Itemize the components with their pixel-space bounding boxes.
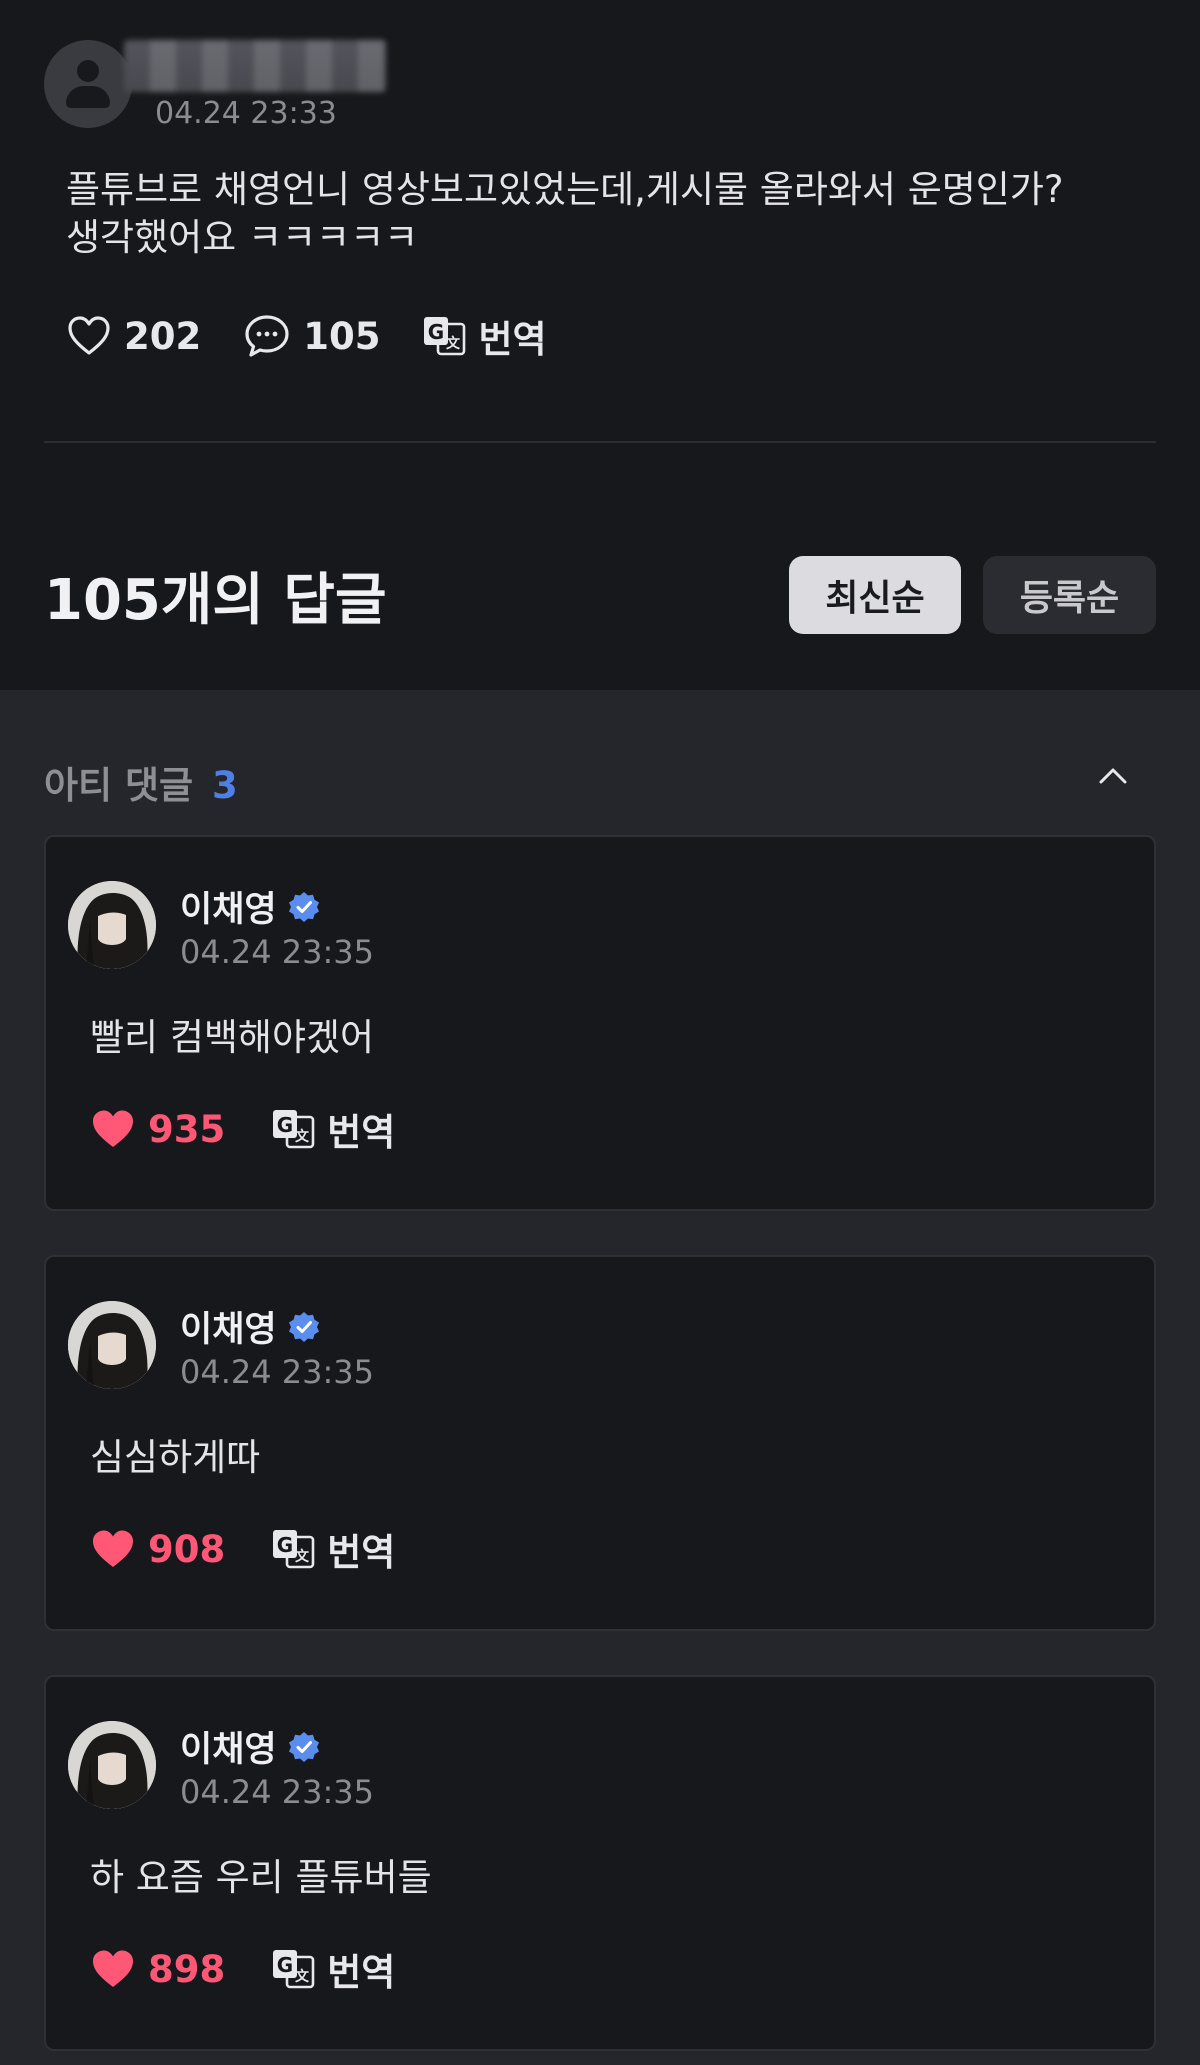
sort-latest-button[interactable]: 최신순 [789, 556, 961, 634]
artist-comments-count: 3 [211, 764, 238, 807]
comment-actions: 898 G 文 번역 [90, 1939, 395, 1999]
comment-text: 심심하게따 [90, 1436, 261, 1479]
verified-badge-icon [288, 1731, 319, 1762]
translate-button[interactable]: G 文 번역 [271, 1522, 395, 1576]
post-author-avatar[interactable] [44, 40, 132, 128]
divider [44, 441, 1156, 443]
comment-author[interactable]: 이채영 [180, 1301, 321, 1352]
heart-filled-icon [93, 1950, 133, 1987]
translate-icon: G 文 [424, 317, 466, 356]
comment-author[interactable]: 이채영 [180, 1721, 321, 1772]
translate-icon: G 文 [273, 1530, 315, 1569]
artist-comment-card: 이채영 04.24 23:35 빨리 컴백해야겠어 935 G 文 번역 [44, 835, 1156, 1211]
sort-registered-button[interactable]: 등록순 [983, 556, 1156, 634]
comment-timestamp: 04.24 23:35 [180, 1773, 374, 1811]
post-timestamp: 04.24 23:33 [155, 96, 337, 131]
translate-icon: G 文 [273, 1950, 315, 1989]
default-avatar-icon [77, 60, 99, 82]
translate-label: 번역 [327, 1951, 396, 1994]
like-button[interactable]: 908 [90, 1528, 225, 1571]
artist-comments-header: 아티 댓글 3 [44, 755, 238, 809]
avatar-photo [68, 1721, 156, 1809]
like-count: 935 [148, 1107, 226, 1151]
avatar-photo [68, 881, 156, 969]
translate-button[interactable]: G 文 번역 [271, 1102, 395, 1156]
avatar-photo [68, 1301, 156, 1389]
artist-comments-label: 아티 댓글 [44, 764, 194, 807]
post-author-name-blurred [124, 40, 386, 92]
avatar[interactable] [68, 881, 156, 969]
like-button[interactable]: 935 [90, 1108, 225, 1151]
comment-timestamp: 04.24 23:35 [180, 1353, 374, 1391]
comment-bubble-icon [245, 315, 289, 357]
like-button[interactable]: 898 [90, 1948, 225, 1991]
post: 04.24 23:33 플튜브로 채영언니 영상보고있었는데,게시물 올라와서 … [0, 0, 1200, 690]
author-name: 이채영 [180, 890, 277, 930]
translate-label: 번역 [327, 1111, 396, 1154]
svg-text:G: G [277, 1953, 293, 1977]
verified-badge-icon [288, 891, 319, 922]
comment-text: 빨리 컴백해야겠어 [90, 1016, 375, 1059]
comment-count: 105 [303, 314, 381, 358]
translate-label: 번역 [327, 1531, 396, 1574]
svg-text:文: 文 [295, 1548, 310, 1565]
like-count: 908 [148, 1527, 226, 1571]
heart-filled-icon [93, 1110, 133, 1147]
heart-outline-icon [68, 316, 110, 355]
svg-text:文: 文 [295, 1968, 310, 1985]
comment-timestamp: 04.24 23:35 [180, 933, 374, 971]
heart-filled-icon [93, 1530, 133, 1567]
comment-actions: 935 G 文 번역 [90, 1099, 395, 1159]
svg-text:文: 文 [295, 1128, 310, 1145]
avatar[interactable] [68, 1721, 156, 1809]
svg-text:G: G [277, 1113, 293, 1137]
artist-comments-section: 아티 댓글 3 이채영 04.24 23:35 빨리 컴백해야겠어 935 G … [0, 690, 1200, 2065]
comment-text: 하 요즘 우리 플튜버들 [90, 1856, 432, 1899]
comment-button[interactable]: 105 [243, 313, 380, 359]
comment-actions: 908 G 文 번역 [90, 1519, 395, 1579]
post-body: 플튜브로 채영언니 영상보고있었는데,게시물 올라와서 운명인가? 생각했어요 … [66, 168, 1064, 259]
collapse-button[interactable] [1093, 756, 1133, 796]
avatar[interactable] [68, 1301, 156, 1389]
like-count: 202 [124, 314, 202, 358]
like-count: 898 [148, 1947, 226, 1991]
translate-label: 번역 [478, 318, 547, 361]
translate-button[interactable]: G 文 번역 [271, 1942, 395, 1996]
author-name: 이채영 [180, 1310, 277, 1350]
translate-button[interactable]: G 文 번역 [422, 309, 547, 363]
like-button[interactable]: 202 [66, 315, 201, 358]
artist-comment-card: 이채영 04.24 23:35 심심하게따 908 G 文 번역 [44, 1255, 1156, 1631]
verified-badge-icon [288, 1311, 319, 1342]
svg-text:文: 文 [446, 335, 461, 352]
chevron-up-icon [1099, 768, 1127, 784]
comment-author[interactable]: 이채영 [180, 881, 321, 932]
artist-comment-card: 이채영 04.24 23:35 하 요즘 우리 플튜버들 898 G 文 번역 [44, 1675, 1156, 2051]
svg-text:G: G [277, 1533, 293, 1557]
svg-text:G: G [428, 320, 444, 344]
translate-icon: G 文 [273, 1110, 315, 1149]
post-actions: 202 105 G 文 번역 [66, 306, 589, 366]
replies-count-title: 105개의 답글 [44, 568, 387, 633]
author-name: 이채영 [180, 1730, 277, 1770]
